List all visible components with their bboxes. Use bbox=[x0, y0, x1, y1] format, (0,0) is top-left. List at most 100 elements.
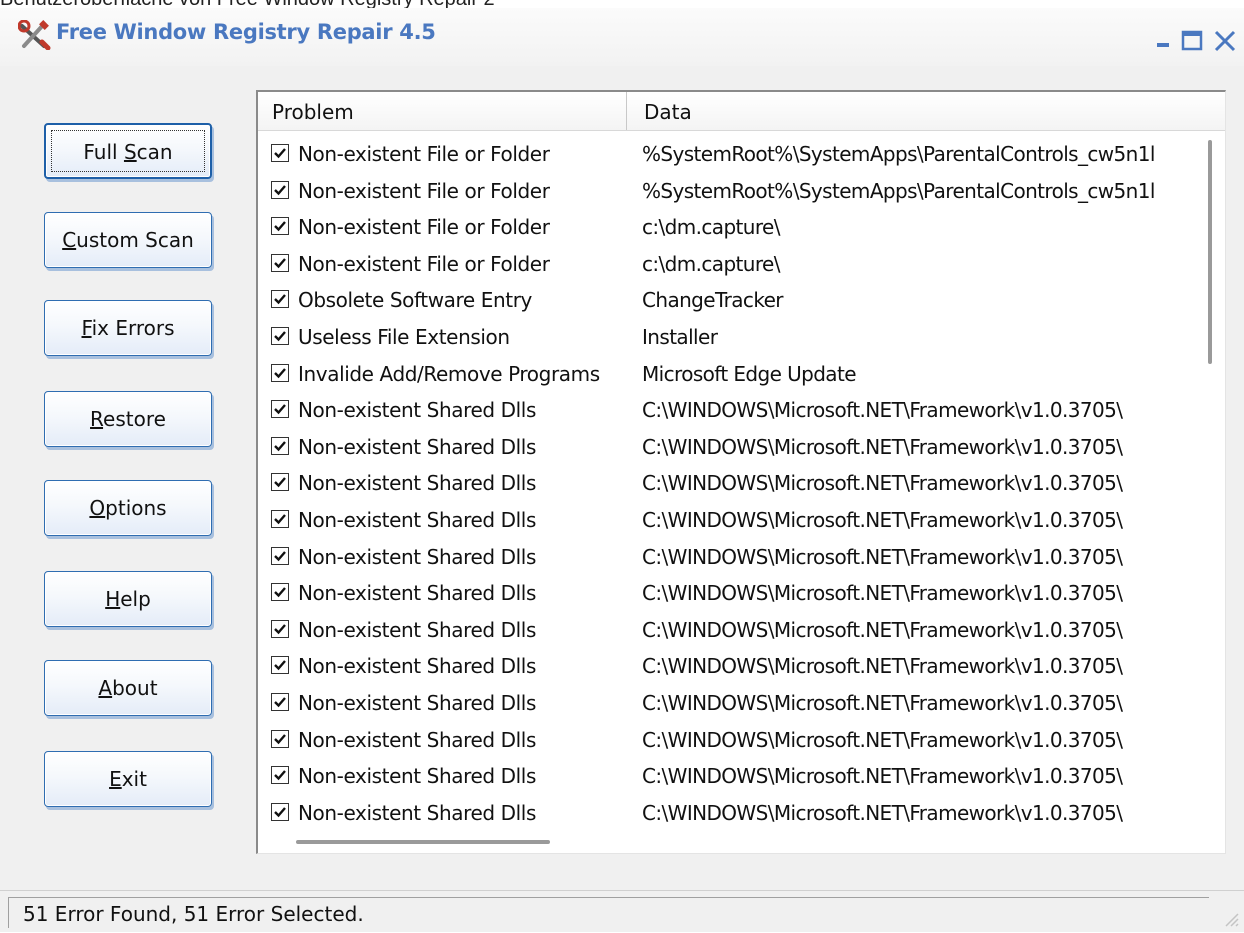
checkmark-icon bbox=[274, 294, 286, 305]
table-row[interactable]: Non-existent File or Folder c:\dm.capture… bbox=[258, 209, 1198, 246]
close-icon[interactable] bbox=[1210, 30, 1244, 52]
table-row[interactable]: Invalide Add/Remove Programs Microsoft Ed… bbox=[258, 356, 1198, 393]
checkmark-icon bbox=[274, 367, 286, 378]
checkmark-icon bbox=[274, 477, 286, 488]
checkmark-icon bbox=[274, 770, 286, 781]
cell-data: c:\dm.capture\ bbox=[642, 215, 781, 240]
cell-problem: Non-existent Shared Dlls bbox=[298, 581, 536, 606]
checkmark-icon bbox=[274, 514, 286, 525]
row-checkbox[interactable] bbox=[271, 436, 289, 455]
table-row[interactable]: Non-existent Shared Dlls C:\WINDOWS\Micro… bbox=[258, 648, 1198, 685]
table-row[interactable]: Non-existent Shared Dlls C:\WINDOWS\Micro… bbox=[258, 502, 1198, 539]
cell-data: %SystemRoot%\SystemApps\ParentalControls… bbox=[642, 142, 1155, 166]
cell-problem: Non-existent Shared Dlls bbox=[298, 434, 536, 459]
checkmark-icon bbox=[274, 660, 286, 671]
column-divider[interactable] bbox=[626, 92, 627, 130]
checkmark-icon bbox=[274, 550, 286, 561]
custom-scan-button[interactable]: Custom Scan bbox=[44, 212, 212, 268]
tools-icon bbox=[17, 19, 56, 51]
full-scan-button[interactable]: Full Scan bbox=[44, 123, 212, 179]
about-button[interactable]: About bbox=[44, 660, 212, 716]
row-checkbox[interactable] bbox=[271, 692, 289, 711]
cell-data: C:\WINDOWS\Microsoft.NET\Framework\v1.0.… bbox=[642, 764, 1123, 789]
table-row[interactable]: Non-existent File or Folder %SystemRoot%\… bbox=[258, 173, 1198, 210]
button-label: Restore bbox=[90, 407, 166, 431]
title-bar[interactable]: Free Window Registry Repair 4.5 bbox=[0, 8, 1244, 66]
table-row[interactable]: Non-existent File or Folder c:\dm.capture… bbox=[258, 246, 1198, 283]
table-row[interactable]: Non-existent Shared Dlls C:\WINDOWS\Micro… bbox=[258, 429, 1198, 466]
table-row[interactable]: Non-existent Shared Dlls C:\WINDOWS\Micro… bbox=[258, 795, 1198, 832]
resize-grip-icon[interactable] bbox=[1220, 908, 1240, 928]
row-checkbox[interactable] bbox=[271, 144, 289, 162]
help-button[interactable]: Help bbox=[44, 571, 212, 627]
row-checkbox[interactable] bbox=[271, 217, 289, 236]
checkmark-icon bbox=[274, 331, 286, 342]
table-row[interactable]: Obsolete Software Entry ChangeTracker bbox=[258, 282, 1198, 319]
table-row[interactable]: Non-existent Shared Dlls C:\WINDOWS\Micro… bbox=[258, 685, 1198, 722]
table-row[interactable]: Non-existent File or Folder %SystemRoot%\… bbox=[258, 136, 1198, 173]
horizontal-scrollbar[interactable] bbox=[296, 840, 550, 844]
table-row[interactable]: Non-existent Shared Dlls C:\WINDOWS\Micro… bbox=[258, 392, 1198, 429]
exit-button[interactable]: Exit bbox=[44, 751, 212, 807]
cell-data: C:\WINDOWS\Microsoft.NET\Framework\v1.0.… bbox=[642, 654, 1123, 679]
button-label: Help bbox=[105, 587, 151, 611]
maximize-icon[interactable] bbox=[1180, 30, 1204, 52]
cell-data: C:\WINDOWS\Microsoft.NET\Framework\v1.0.… bbox=[642, 471, 1123, 496]
button-label: Full Scan bbox=[83, 140, 173, 164]
cell-data: Installer bbox=[642, 324, 718, 349]
checkmark-icon bbox=[274, 440, 286, 452]
table-row[interactable]: Non-existent Shared Dlls C:\WINDOWS\Micro… bbox=[258, 539, 1198, 576]
row-checkbox[interactable] bbox=[271, 509, 289, 528]
button-label: Options bbox=[89, 496, 167, 520]
window-title: Free Window Registry Repair 4.5 bbox=[56, 20, 436, 44]
checkmark-icon bbox=[274, 806, 286, 817]
cell-problem: Obsolete Software Entry bbox=[298, 288, 532, 313]
button-label: Exit bbox=[109, 767, 147, 791]
checkmark-icon bbox=[274, 148, 286, 159]
cell-data: ChangeTracker bbox=[642, 288, 784, 313]
row-checkbox[interactable] bbox=[271, 619, 289, 638]
row-checkbox[interactable] bbox=[271, 656, 289, 675]
row-checkbox[interactable] bbox=[271, 326, 289, 345]
app-window: Free Window Registry Repair 4.5 Full Sca… bbox=[0, 8, 1244, 932]
table-row[interactable]: Non-existent Shared Dlls C:\WINDOWS\Micro… bbox=[258, 722, 1198, 759]
cell-problem: Non-existent Shared Dlls bbox=[298, 690, 536, 715]
list-rows: Non-existent File or Folder %SystemRoot%\… bbox=[258, 136, 1198, 831]
checkmark-icon bbox=[274, 623, 286, 634]
table-row[interactable]: Non-existent Shared Dlls C:\WINDOWS\Micro… bbox=[258, 758, 1198, 795]
row-checkbox[interactable] bbox=[271, 729, 289, 748]
table-row[interactable]: Non-existent Shared Dlls C:\WINDOWS\Micro… bbox=[258, 612, 1198, 649]
cell-problem: Invalide Add/Remove Programs bbox=[298, 361, 600, 386]
checkmark-icon bbox=[274, 221, 286, 232]
restore-button[interactable]: Restore bbox=[44, 391, 212, 447]
cell-data: C:\WINDOWS\Microsoft.NET\Framework\v1.0.… bbox=[642, 690, 1123, 715]
vertical-scrollbar[interactable] bbox=[1208, 140, 1212, 364]
column-header-data[interactable]: Data bbox=[644, 92, 692, 130]
row-checkbox[interactable] bbox=[271, 802, 289, 821]
button-label: Fix Errors bbox=[81, 316, 175, 340]
cell-problem: Useless File Extension bbox=[298, 324, 510, 349]
minimize-icon[interactable] bbox=[1152, 30, 1176, 52]
row-checkbox[interactable] bbox=[271, 180, 289, 199]
row-checkbox[interactable] bbox=[271, 400, 289, 419]
row-checkbox[interactable] bbox=[271, 546, 289, 565]
options-button[interactable]: Options bbox=[44, 480, 212, 536]
table-row[interactable]: Non-existent Shared Dlls C:\WINDOWS\Micro… bbox=[258, 575, 1198, 612]
row-checkbox[interactable] bbox=[271, 766, 289, 785]
row-checkbox[interactable] bbox=[271, 583, 289, 602]
status-bar: 51 Error Found, 51 Error Selected. bbox=[0, 890, 1244, 932]
cell-problem: Non-existent File or Folder bbox=[298, 215, 550, 240]
cell-problem: Non-existent Shared Dlls bbox=[298, 471, 536, 496]
fix-errors-button[interactable]: Fix Errors bbox=[44, 300, 212, 356]
table-row[interactable]: Non-existent Shared Dlls C:\WINDOWS\Micro… bbox=[258, 465, 1198, 502]
cell-problem: Non-existent Shared Dlls bbox=[298, 764, 536, 789]
row-checkbox[interactable] bbox=[271, 363, 289, 382]
cell-data: C:\WINDOWS\Microsoft.NET\Framework\v1.0.… bbox=[642, 398, 1123, 423]
row-checkbox[interactable] bbox=[271, 253, 289, 272]
cell-problem: Non-existent Shared Dlls bbox=[298, 800, 536, 825]
table-row[interactable]: Useless File Extension Installer bbox=[258, 319, 1198, 356]
problem-list[interactable]: Problem Data Non-existent File or Folder… bbox=[256, 90, 1226, 854]
row-checkbox[interactable] bbox=[271, 290, 289, 309]
row-checkbox[interactable] bbox=[271, 473, 289, 492]
column-header-problem[interactable]: Problem bbox=[272, 92, 354, 130]
